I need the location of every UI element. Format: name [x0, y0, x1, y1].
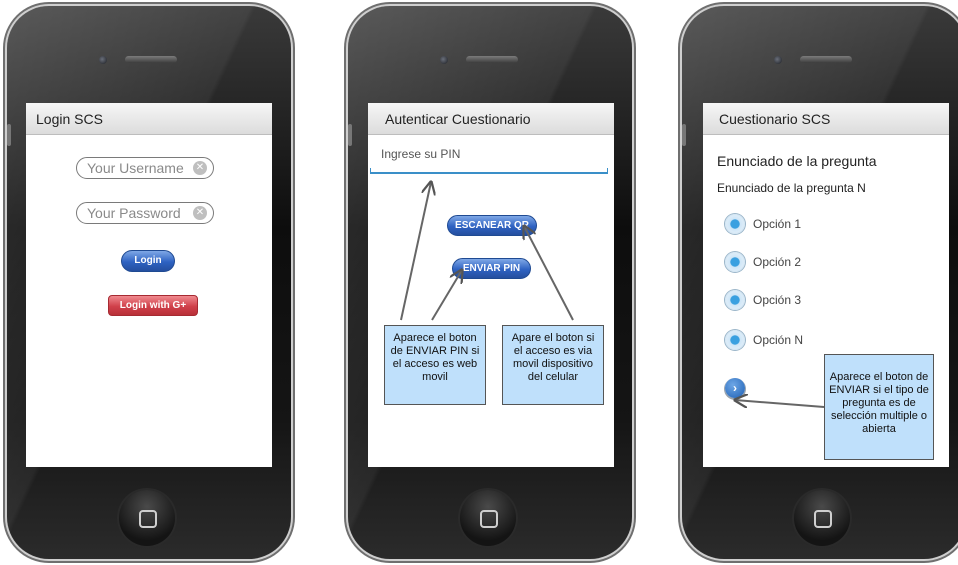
pin-input[interactable]: Ingrese su PIN [381, 147, 460, 161]
page-title: Autenticar Cuestionario [368, 103, 614, 135]
option-label: Opción 1 [753, 217, 802, 231]
radio-option-2[interactable] [725, 252, 745, 272]
radio-option-1[interactable] [725, 214, 745, 234]
home-button[interactable] [460, 490, 516, 546]
pin-input-underline [370, 168, 608, 174]
camera-icon [440, 56, 448, 64]
home-square-icon [480, 510, 498, 528]
home-button[interactable] [119, 490, 175, 546]
radio-option-n[interactable] [725, 330, 745, 350]
option-label: Opción 3 [753, 293, 802, 307]
screen-authenticate: Autenticar Cuestionario Ingrese su PIN E… [368, 103, 614, 467]
option-label: Opción N [753, 333, 804, 347]
chevron-right-icon[interactable]: › [725, 378, 745, 398]
question-title: Enunciado de la pregunta [717, 153, 877, 169]
home-square-icon [139, 510, 157, 528]
page-title: Cuestionario SCS [703, 103, 949, 135]
radio-option-3[interactable] [725, 290, 745, 310]
page-title: Login SCS [26, 103, 272, 135]
note-send-pin: Aparece el boton de ENVIAR PIN si el acc… [384, 325, 486, 405]
username-placeholder: Your Username [87, 160, 184, 176]
send-pin-button[interactable]: ENVIAR PIN [452, 258, 531, 279]
speaker-grille [800, 56, 852, 63]
username-input[interactable]: Your Username ✕ [76, 157, 214, 179]
clear-icon[interactable]: ✕ [193, 206, 207, 220]
clear-icon[interactable]: ✕ [193, 161, 207, 175]
note-send-button: Aparece el boton de ENVIAR si el tipo de… [824, 354, 934, 460]
phone-login: Login SCS Your Username ✕ Your Password … [7, 6, 291, 559]
home-square-icon [814, 510, 832, 528]
home-button[interactable] [794, 490, 850, 546]
phone-authenticate: Autenticar Cuestionario Ingrese su PIN E… [348, 6, 632, 559]
speaker-grille [466, 56, 518, 63]
camera-icon [99, 56, 107, 64]
note-scan-qr: Apare el boton si el acceso es via movil… [502, 325, 604, 405]
login-button[interactable]: Login [121, 250, 175, 272]
camera-icon [774, 56, 782, 64]
speaker-grille [125, 56, 177, 63]
scan-qr-button[interactable]: ESCANEAR QR [447, 215, 537, 236]
option-label: Opción 2 [753, 255, 802, 269]
phone-questionnaire: Cuestionario SCS Enunciado de la pregunt… [682, 6, 958, 559]
password-placeholder: Your Password [87, 205, 181, 221]
password-input[interactable]: Your Password ✕ [76, 202, 214, 224]
screen-login: Login SCS Your Username ✕ Your Password … [26, 103, 272, 467]
google-login-button[interactable]: Login with G+ [108, 295, 198, 316]
screen-questionnaire: Cuestionario SCS Enunciado de la pregunt… [703, 103, 949, 467]
question-title-n: Enunciado de la pregunta N [717, 181, 866, 195]
